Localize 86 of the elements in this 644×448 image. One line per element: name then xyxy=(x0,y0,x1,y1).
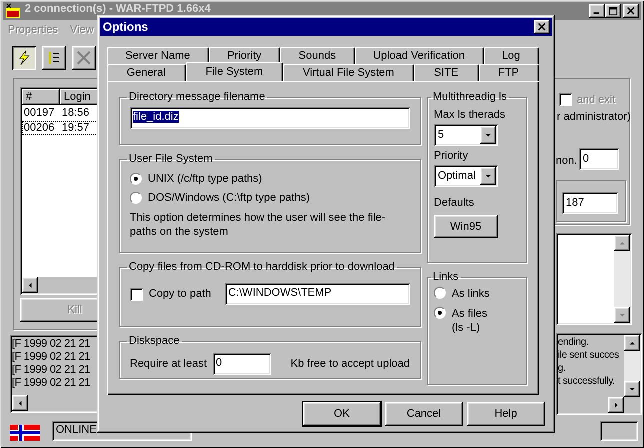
checkbox-label: and exit xyxy=(577,94,616,106)
scroll-down-icon[interactable] xyxy=(628,386,636,392)
field-label: Priority xyxy=(434,150,470,162)
field-value: file_id.diz xyxy=(133,111,179,123)
toolbar-button[interactable] xyxy=(42,46,66,70)
description-text: This option determines how the user will see the file-paths on the system xyxy=(130,211,387,239)
close-button[interactable] xyxy=(623,4,639,18)
tab[interactable]: Sounds xyxy=(280,47,355,64)
radio-button[interactable] xyxy=(130,172,142,184)
scrollbar[interactable] xyxy=(624,335,640,397)
radio-label: As links xyxy=(452,287,491,301)
input-field[interactable]: C:\WINDOWS\TEMP xyxy=(225,283,410,305)
input-field[interactable]: 187 xyxy=(562,192,618,214)
table-cell-text: 00206 xyxy=(23,121,56,135)
log-line: ending. xyxy=(558,336,590,349)
log-line: t successfully. xyxy=(558,375,616,388)
group-title: Links xyxy=(432,271,460,283)
admin-text: r administrator) xyxy=(557,111,631,123)
group-title: Copy files from CD-ROM to harddisk prior to download xyxy=(128,261,396,273)
tab[interactable]: Upload Verification xyxy=(354,47,484,64)
dropdown-arrow-icon[interactable] xyxy=(484,132,492,138)
log-line: [F 1999 02 21 21 xyxy=(12,364,92,377)
group-title: Directory message filename xyxy=(128,91,266,103)
field-suffix: Kb free to accept upload xyxy=(290,358,410,370)
group-title: Diskspace xyxy=(128,335,181,347)
tab[interactable]: SITE xyxy=(414,64,478,81)
checkbox[interactable] xyxy=(130,288,143,300)
radio-button[interactable] xyxy=(130,192,142,204)
tab[interactable]: Virtual File System xyxy=(283,64,414,81)
field-label: Defaults xyxy=(434,197,476,209)
scroll-left-icon[interactable] xyxy=(28,282,32,288)
checkbox-label: Copy to path xyxy=(149,288,212,300)
log-line: ile sent succes xyxy=(558,349,620,362)
cross-icon xyxy=(76,50,92,66)
radio-label: UNIX (/c/ftp type paths) xyxy=(148,172,262,184)
defaults-button[interactable]: Win95 xyxy=(434,215,498,238)
dropdown[interactable]: Optimal xyxy=(434,165,498,187)
group-title: User File System xyxy=(128,153,214,165)
field-label: non. xyxy=(556,155,578,167)
status-field: ONLINE xyxy=(52,421,192,441)
connection-row[interactable]: 00206 19:57 xyxy=(22,121,128,135)
ftp-icon xyxy=(5,3,21,19)
scroll-right-icon[interactable] xyxy=(614,402,618,408)
close-icon xyxy=(627,7,635,15)
toolbar-button[interactable] xyxy=(12,46,36,70)
log-line: g. xyxy=(558,362,567,375)
minimize-button[interactable] xyxy=(589,4,605,18)
field-label: Require at least xyxy=(130,358,208,370)
log-line: [F 1999 02 21 21 xyxy=(12,351,92,364)
input-field[interactable]: file_id.diz xyxy=(130,107,410,129)
table-cell-text: 18:56 xyxy=(61,106,91,120)
scroll-up-icon[interactable] xyxy=(628,340,636,346)
input-field[interactable]: 0 xyxy=(579,148,619,170)
dropdown[interactable]: 5 xyxy=(434,124,498,146)
scroll-left-icon[interactable] xyxy=(18,400,22,406)
dropdown-arrow-icon[interactable] xyxy=(484,174,492,178)
input-field[interactable]: 0 xyxy=(213,353,271,375)
window-title: 2 connection(s) - WAR-FTPD 1.66x4 xyxy=(25,3,211,15)
radio-button[interactable] xyxy=(434,287,446,299)
maximize-icon xyxy=(608,6,618,16)
close-button[interactable] xyxy=(534,20,550,34)
close-icon xyxy=(538,23,546,31)
dialog-title: Options xyxy=(103,20,148,34)
field-label: Max ls therads xyxy=(434,109,507,121)
status-field xyxy=(600,421,638,441)
radio-label: As files (ls -L) xyxy=(452,307,488,335)
list-icon xyxy=(46,50,62,66)
column-header[interactable]: # xyxy=(22,89,60,105)
maximize-button[interactable] xyxy=(605,4,621,18)
radio-button[interactable] xyxy=(434,307,446,319)
dialog-button[interactable]: Cancel xyxy=(385,402,463,426)
group-title: Multithreadig ls xyxy=(432,91,508,103)
radio-label: DOS/Windows (C:\ftp type paths) xyxy=(148,192,310,204)
table-cell-text: 00197 xyxy=(23,106,56,120)
tab[interactable]: Server Name xyxy=(107,47,209,64)
flag-icon xyxy=(10,425,40,441)
tab[interactable]: General xyxy=(107,64,186,81)
table-cell-text: 19:57 xyxy=(61,121,91,135)
tab[interactable]: File System xyxy=(186,62,284,81)
log-line: [F 1999 02 21 21 xyxy=(12,338,92,351)
log-line: [F 1999 02 21 21 xyxy=(12,377,92,390)
tab[interactable]: Log xyxy=(484,47,539,64)
toolbar-button[interactable] xyxy=(72,46,96,70)
tab[interactable]: FTP xyxy=(478,64,540,81)
dialog-button[interactable]: Help xyxy=(467,402,545,426)
dialog-button[interactable]: OK xyxy=(303,402,381,426)
